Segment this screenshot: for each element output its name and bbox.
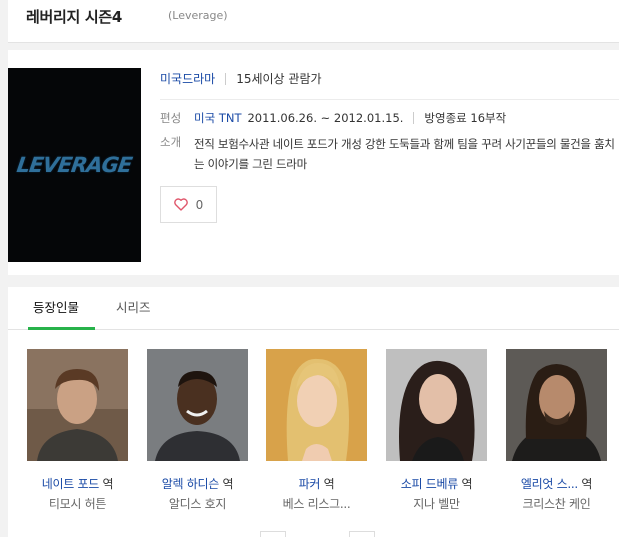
actor-photo	[386, 349, 487, 461]
original-title: (Leverage)	[168, 9, 228, 22]
summary-row: 소개 전직 보험수사관 네이트 포드가 개성 강한 도둑들과 함께 팀을 꾸려 …	[160, 134, 619, 174]
cast-item[interactable]: 엘리엇 스... 역 크리스찬 케인	[506, 349, 607, 512]
role-name[interactable]: 소피 드베류 역	[386, 475, 487, 492]
actor-photo	[266, 349, 367, 461]
actor-name[interactable]: 알디스 호지	[147, 495, 248, 512]
cast-item[interactable]: 파커 역 베스 리스그...	[266, 349, 367, 512]
broadcast-label: 편성	[160, 111, 182, 125]
cast-panel: 등장인물 시리즈 네이트 포드 역 티모시 허튼 알렉 하디슨 역 알디스 호지	[8, 287, 619, 537]
actor-photo	[506, 349, 607, 461]
actor-name[interactable]: 베스 리스그...	[266, 495, 367, 512]
info-panel: LEVERAGE 미국드라마 15세이상 관람가 편성 미국 TNT 2011.…	[8, 50, 619, 275]
page-title: 레버리지 시즌4	[26, 8, 123, 26]
cast-item[interactable]: 알렉 하디슨 역 알디스 호지	[147, 349, 248, 512]
actor-name[interactable]: 크리스찬 케인	[506, 495, 607, 512]
next-page-button[interactable]	[349, 531, 375, 537]
broadcaster-link[interactable]: 미국 TNT	[194, 110, 241, 126]
genre-link[interactable]: 미국드라마	[160, 70, 215, 87]
poster-logo: LEVERAGE	[15, 153, 134, 177]
summary-text: 전직 보험수사관 네이트 포드가 개성 강한 도둑들과 함께 팀을 꾸려 사기꾼…	[194, 137, 615, 171]
divider	[413, 112, 415, 124]
tab-characters[interactable]: 등장인물	[33, 297, 79, 316]
cast-item[interactable]: 네이트 포드 역 티모시 허튼	[27, 349, 128, 512]
broadcast-status: 방영종료 16부작	[424, 111, 507, 125]
divider	[160, 99, 619, 100]
role-name[interactable]: 엘리엇 스... 역	[506, 475, 607, 492]
divider	[225, 72, 227, 85]
tab-series[interactable]: 시리즈	[116, 297, 151, 316]
cast-item[interactable]: 소피 드베류 역 지나 벨만	[386, 349, 487, 512]
like-count: 0	[195, 197, 204, 212]
role-name[interactable]: 알렉 하디슨 역	[147, 475, 248, 492]
air-dates: 2011.06.26. ~ 2012.01.15.	[247, 111, 404, 125]
page-header: 레버리지 시즌4 (Leverage)	[8, 0, 619, 43]
broadcast-row: 편성 미국 TNT 2011.06.26. ~ 2012.01.15. 방영종료…	[160, 110, 506, 126]
role-name[interactable]: 파커 역	[266, 475, 367, 492]
poster-image[interactable]: LEVERAGE	[8, 68, 141, 262]
summary-label: 소개	[160, 135, 182, 149]
like-button[interactable]: 0	[160, 186, 217, 223]
tab-bar: 등장인물 시리즈	[8, 287, 619, 330]
prev-page-button[interactable]	[260, 531, 286, 537]
rating-text: 15세이상 관람가	[236, 72, 322, 86]
actor-name[interactable]: 지나 벨만	[386, 495, 487, 512]
heart-icon	[173, 198, 188, 211]
role-name[interactable]: 네이트 포드 역	[27, 475, 128, 492]
active-tab-indicator	[28, 327, 95, 330]
actor-name[interactable]: 티모시 허튼	[27, 495, 128, 512]
meta-line: 미국드라마 15세이상 관람가	[160, 70, 322, 87]
actor-photo	[27, 349, 128, 461]
actor-photo	[147, 349, 248, 461]
